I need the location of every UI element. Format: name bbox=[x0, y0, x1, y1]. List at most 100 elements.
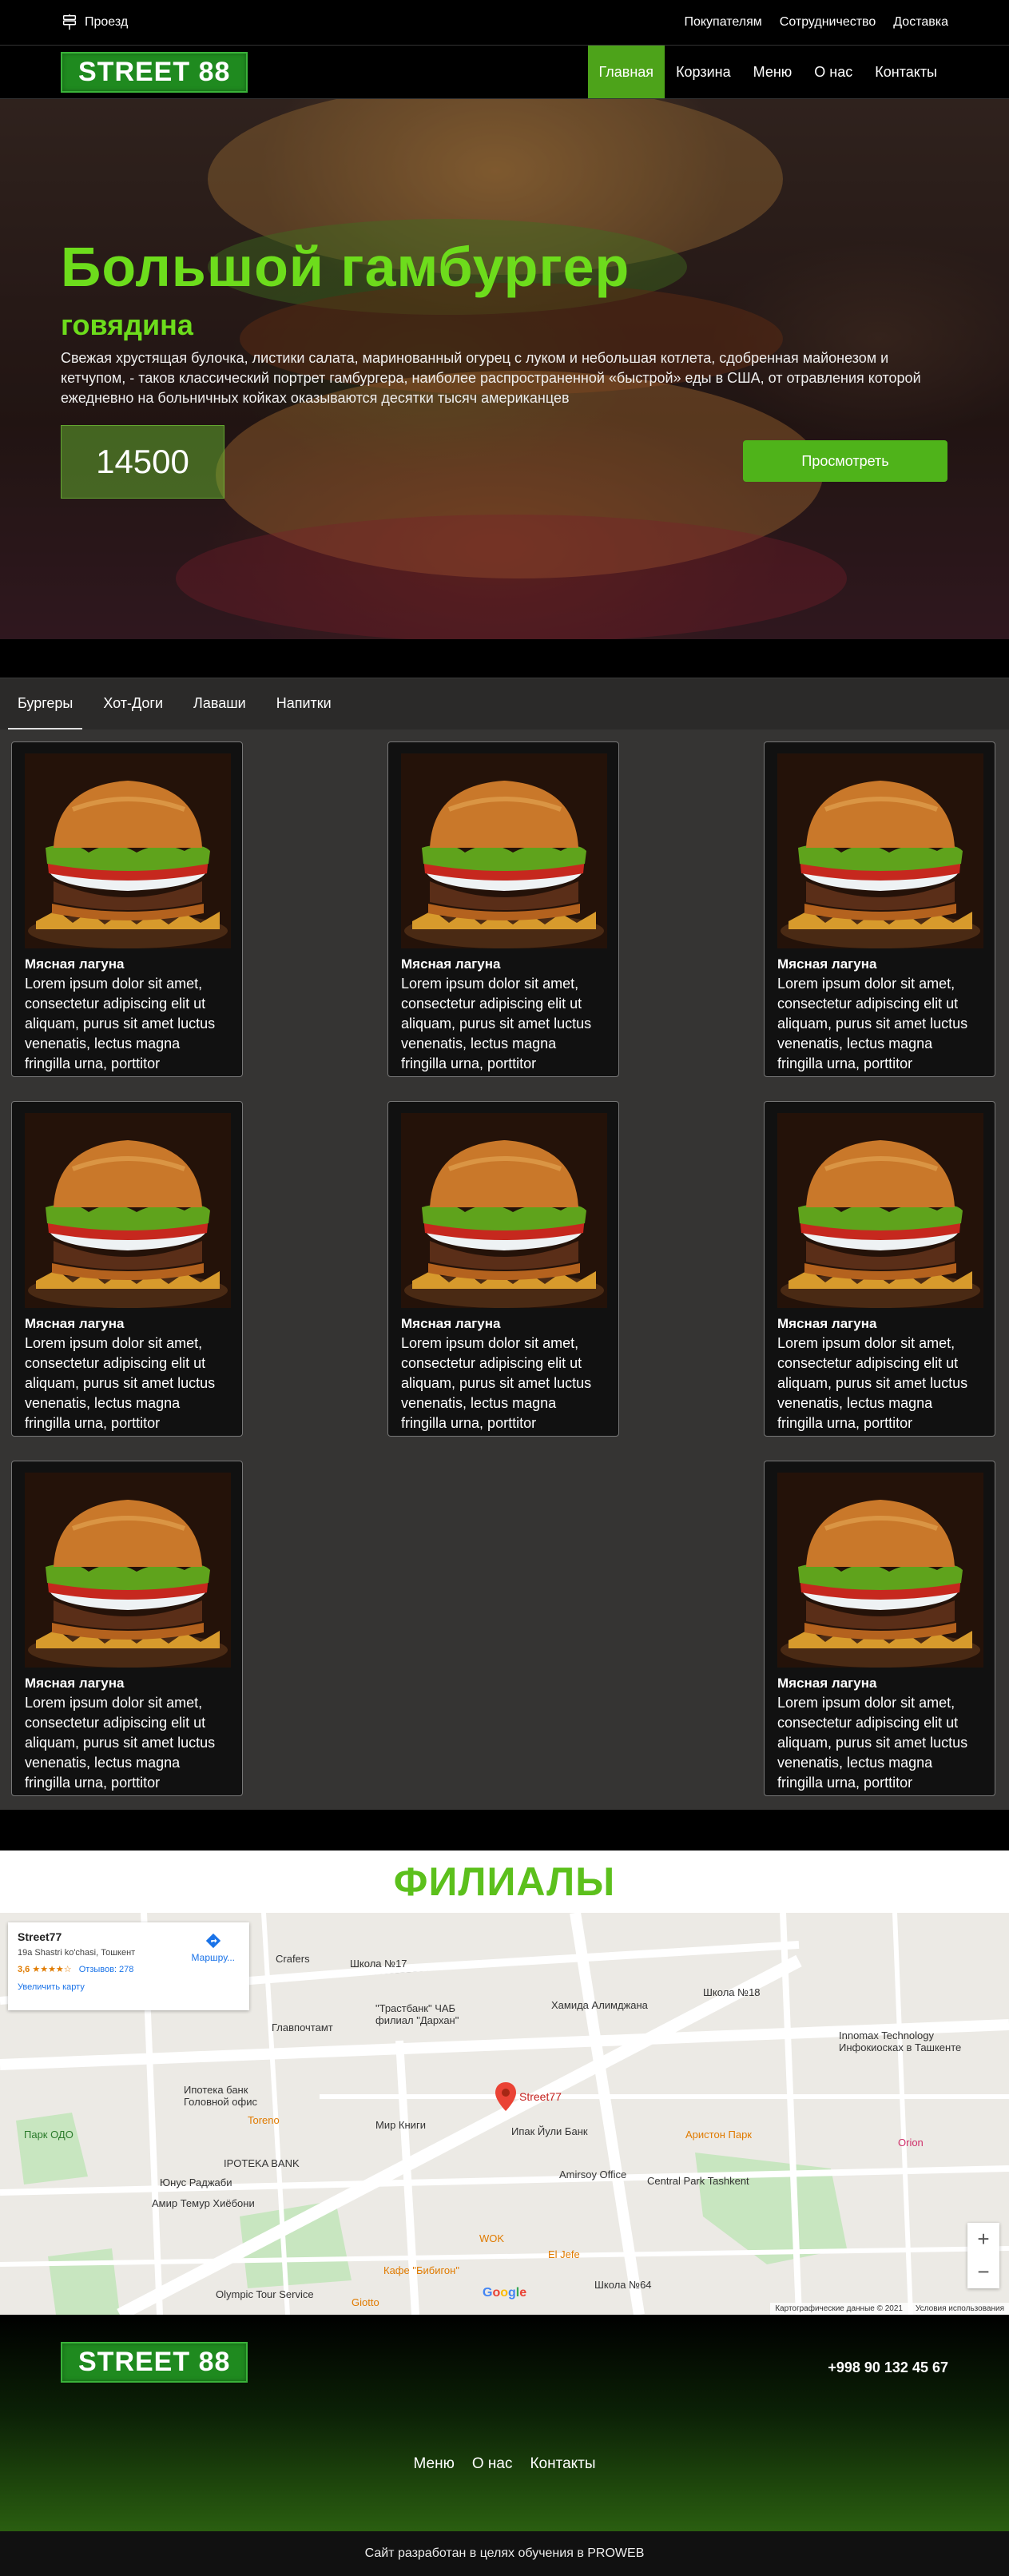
map-label: Школа №18 bbox=[703, 1986, 761, 1998]
product-description: Lorem ipsum dolor sit amet, consectetur … bbox=[777, 1335, 968, 1431]
product-title: Мясная лагуна bbox=[25, 956, 125, 972]
map-label: Мир Книги bbox=[375, 2119, 426, 2131]
map-label: Главпочтамт bbox=[272, 2021, 333, 2033]
footer-credit: Сайт разработан в целях обучения в PROWE… bbox=[0, 2531, 1009, 2576]
product-description: Lorem ipsum dolor sit amet, consectetur … bbox=[401, 1335, 592, 1431]
footer-links: Меню О нас Контакты bbox=[0, 2455, 1009, 2473]
map-label: Ипак Йули Банк bbox=[511, 2125, 588, 2137]
map-zoom-controls: + − bbox=[967, 2223, 999, 2288]
product-image bbox=[25, 1113, 231, 1308]
hero-title: Большой гамбургер bbox=[61, 236, 630, 298]
map-place-card: Street77 19a Shastri ko'chasi, Тошкент 3… bbox=[8, 1922, 249, 2010]
top-links: Покупателям Сотрудничество Доставка bbox=[684, 15, 948, 30]
tab-drinks[interactable]: Напитки bbox=[267, 695, 341, 729]
map-data-credit: Картографические данные © 2021 bbox=[775, 2304, 903, 2313]
nav-item-about[interactable]: О нас bbox=[803, 46, 864, 98]
product-card[interactable]: Мясная лагуна Lorem ipsum dolor sit amet,… bbox=[764, 1101, 995, 1437]
enlarge-map-link[interactable]: Увеличить карту bbox=[18, 1982, 240, 1992]
map-terms-link[interactable]: Условия использования bbox=[916, 2304, 1004, 2313]
map-label: Кафе "Бибигон" bbox=[383, 2264, 459, 2276]
map-label: Амир Темур Хиёбони bbox=[152, 2197, 255, 2209]
hero-price: 14500 bbox=[61, 425, 224, 499]
top-link-customers[interactable]: Покупателям bbox=[684, 15, 761, 30]
reviews-link[interactable]: Отзывов: 278 bbox=[79, 1965, 134, 1974]
map-label: El Jefe bbox=[548, 2248, 580, 2260]
nav-item-menu[interactable]: Меню bbox=[742, 46, 804, 98]
product-card[interactable]: Мясная лагуна Lorem ipsum dolor sit amet,… bbox=[387, 1101, 619, 1437]
site-footer: STREET 88 +998 90 132 45 67 Меню О нас К… bbox=[0, 2315, 1009, 2531]
product-description: Lorem ipsum dolor sit amet, consectetur … bbox=[777, 976, 968, 1071]
product-card[interactable]: Мясная лагуна Lorem ipsum dolor sit amet,… bbox=[764, 741, 995, 1077]
map-label: Crafers bbox=[276, 1953, 310, 1965]
product-description: Lorem ipsum dolor sit amet, consectetur … bbox=[25, 1335, 216, 1431]
location-label: Проезд bbox=[85, 15, 129, 29]
product-card[interactable]: Мясная лагуна Lorem ipsum dolor sit amet,… bbox=[11, 1461, 243, 1796]
product-card[interactable]: Мясная лагуна Lorem ipsum dolor sit amet,… bbox=[11, 1101, 243, 1437]
map-label: Olympic Tour Service bbox=[216, 2288, 314, 2300]
nav-item-cart[interactable]: Корзина bbox=[665, 46, 742, 98]
product-image bbox=[777, 753, 983, 948]
hero-banner: Большой гамбургер говядина Свежая хрустя… bbox=[0, 99, 1009, 639]
product-image bbox=[25, 753, 231, 948]
zoom-in-icon[interactable]: + bbox=[977, 2227, 989, 2252]
product-title: Мясная лагуна bbox=[25, 1316, 125, 1331]
map-label: Central Park Tashkent bbox=[647, 2175, 749, 2187]
map-label: Школа №64 bbox=[594, 2279, 652, 2291]
map-label: Юнус Раджаби bbox=[160, 2176, 232, 2188]
product-description: Lorem ipsum dolor sit amet, consectetur … bbox=[25, 1695, 216, 1791]
product-image bbox=[777, 1473, 983, 1668]
hero-subtitle: говядина bbox=[61, 308, 193, 341]
main-navbar: STREET 88 Главная Корзина Меню О нас Кон… bbox=[0, 45, 1009, 99]
product-title: Мясная лагуна bbox=[777, 1676, 877, 1691]
product-title: Мясная лагуна bbox=[777, 1316, 877, 1331]
brand-logo[interactable]: STREET 88 bbox=[61, 51, 248, 93]
footer-link-menu[interactable]: Меню bbox=[413, 2455, 454, 2473]
location-link[interactable]: Проезд bbox=[61, 14, 128, 31]
tab-lavash[interactable]: Лаваши bbox=[184, 695, 256, 729]
branches-title: ФИЛИАЛЫ bbox=[393, 1859, 616, 1904]
product-card[interactable]: Мясная лагуна Lorem ipsum dolor sit amet,… bbox=[764, 1461, 995, 1796]
top-link-cooperation[interactable]: Сотрудничество bbox=[780, 15, 876, 30]
directions-button[interactable]: Маршру... bbox=[192, 1932, 235, 1963]
directions-label: Маршру... bbox=[191, 1952, 235, 1963]
nav-item-contacts[interactable]: Контакты bbox=[864, 46, 948, 98]
footer-link-contacts[interactable]: Контакты bbox=[530, 2455, 595, 2473]
footer-link-about[interactable]: О нас bbox=[472, 2455, 513, 2473]
product-image bbox=[401, 1113, 607, 1308]
map-label: Innomax Technology Инфокиосках в Ташкент… bbox=[839, 2029, 962, 2053]
hero-description: Свежая хрустящая булочка, листики салата… bbox=[61, 350, 921, 406]
product-image bbox=[25, 1473, 231, 1668]
zoom-out-icon[interactable]: − bbox=[977, 2260, 989, 2284]
place-rating: 3,6 ★★★★☆ Отзывов: 278 bbox=[18, 1965, 134, 1974]
product-description: Lorem ipsum dolor sit amet, consectetur … bbox=[25, 976, 216, 1071]
footer-phone[interactable]: +998 90 132 45 67 bbox=[828, 2359, 948, 2376]
nav-item-home[interactable]: Главная bbox=[587, 46, 665, 98]
tab-hotdogs[interactable]: Хот-Доги bbox=[93, 695, 173, 729]
rating-value: 3,6 bbox=[18, 1965, 30, 1974]
top-bar: Проезд Покупателям Сотрудничество Достав… bbox=[0, 0, 1009, 45]
tab-burgers[interactable]: Бургеры bbox=[8, 695, 83, 729]
map-label: Аристон Парк bbox=[685, 2129, 752, 2141]
product-title: Мясная лагуна bbox=[401, 1316, 501, 1331]
branches-map[interactable]: Crafers Школа №17 "Трастбанк" ЧАБ филиал… bbox=[0, 1913, 1009, 2315]
footer-logo[interactable]: STREET 88 bbox=[61, 2342, 248, 2383]
branch-marker[interactable]: Street77 bbox=[495, 2082, 562, 2111]
product-title: Мясная лагуна bbox=[401, 956, 501, 972]
product-card[interactable]: Мясная лагуна Lorem ipsum dolor sit amet,… bbox=[11, 741, 243, 1077]
product-title: Мясная лагуна bbox=[25, 1676, 125, 1691]
map-label: "Трастбанк" ЧАБ филиал "Дархан" bbox=[375, 2002, 459, 2026]
map-label: Orion bbox=[898, 2137, 924, 2149]
view-button[interactable]: Просмотреть bbox=[743, 440, 947, 482]
map-label: WOK bbox=[479, 2232, 505, 2244]
product-card[interactable]: Мясная лагуна Lorem ipsum dolor sit amet,… bbox=[387, 741, 619, 1077]
map-label: IPOTEKA BANK bbox=[224, 2157, 300, 2169]
branches-header: ФИЛИАЛЫ bbox=[0, 1851, 1009, 1913]
product-image bbox=[777, 1113, 983, 1308]
map-sign-icon bbox=[62, 14, 77, 30]
map-label: Giotto bbox=[352, 2296, 379, 2308]
product-image bbox=[401, 753, 607, 948]
main-nav: Главная Корзина Меню О нас Контакты bbox=[587, 46, 948, 98]
map-label: Парк ОДО bbox=[24, 2129, 73, 2141]
top-link-delivery[interactable]: Доставка bbox=[893, 15, 948, 30]
product-grid: Мясная лагуна Lorem ipsum dolor sit amet,… bbox=[0, 729, 1009, 1810]
